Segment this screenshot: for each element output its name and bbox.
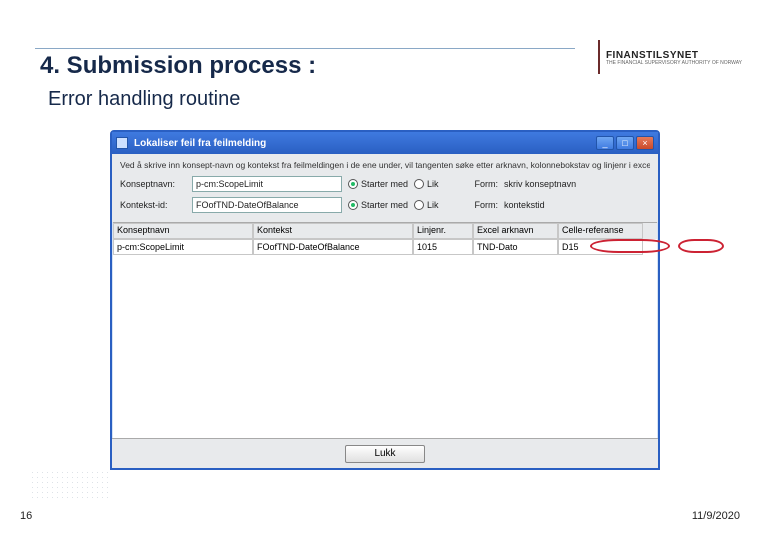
slide-subtitle: Error handling routine bbox=[48, 88, 240, 111]
close-dialog-button[interactable]: Lukk bbox=[345, 445, 425, 463]
context-row: Kontekst-id: FOofTND-DateOfBalance Start… bbox=[120, 197, 650, 213]
search-form: Ved å skrive inn konsept-navn og konteks… bbox=[112, 154, 658, 222]
cell-concept: p-cm:ScopeLimit bbox=[113, 239, 253, 255]
context-form-label: Form: bbox=[475, 200, 499, 210]
slide-date: 11/9/2020 bbox=[692, 510, 740, 522]
slide-title: 4. Submission process : bbox=[40, 52, 316, 80]
table-row[interactable]: p-cm:ScopeLimit FOofTND-DateOfBalance 10… bbox=[113, 239, 657, 255]
col-concept: Konseptnavn bbox=[113, 223, 253, 239]
cell-context: FOofTND-DateOfBalance bbox=[253, 239, 413, 255]
context-startswith-radio[interactable]: Starter med bbox=[348, 200, 408, 210]
results-table: Konseptnavn Kontekst Linjenr. Excel arkn… bbox=[113, 222, 657, 438]
app-screenshot: Lokaliser feil fra feilmelding _ □ × Ved… bbox=[110, 130, 660, 470]
concept-equals-radio[interactable]: Lik bbox=[414, 179, 439, 189]
decorative-dots bbox=[30, 470, 110, 500]
concept-startswith-radio[interactable]: Starter med bbox=[348, 179, 408, 189]
form-hint: Ved å skrive inn konsept-navn og konteks… bbox=[120, 160, 650, 170]
col-context: Kontekst bbox=[253, 223, 413, 239]
context-equals-radio[interactable]: Lik bbox=[414, 200, 439, 210]
window-title: Lokaliser feil fra feilmelding bbox=[134, 138, 596, 149]
cell-sheet: TND-Dato bbox=[473, 239, 558, 255]
concept-input[interactable]: p-cm:ScopeLimit bbox=[192, 176, 342, 192]
brand-tagline: THE FINANCIAL SUPERVISORY AUTHORITY OF N… bbox=[606, 61, 742, 67]
concept-row: Konseptnavn: p-cm:ScopeLimit Starter med… bbox=[120, 176, 650, 192]
titlebar[interactable]: Lokaliser feil fra feilmelding _ □ × bbox=[112, 132, 658, 154]
header-rule bbox=[35, 48, 575, 49]
cell-line: 1015 bbox=[413, 239, 473, 255]
close-button[interactable]: × bbox=[636, 136, 654, 150]
context-form-hint: kontekstid bbox=[504, 200, 545, 210]
button-bar: Lukk bbox=[112, 438, 658, 468]
cell-cellref: D15 bbox=[558, 239, 643, 255]
concept-form-label: Form: bbox=[475, 179, 499, 189]
table-header: Konseptnavn Kontekst Linjenr. Excel arkn… bbox=[113, 223, 657, 239]
col-line: Linjenr. bbox=[413, 223, 473, 239]
context-label: Kontekst-id: bbox=[120, 200, 186, 210]
page-number: 16 bbox=[20, 510, 32, 522]
context-input[interactable]: FOofTND-DateOfBalance bbox=[192, 197, 342, 213]
minimize-button[interactable]: _ bbox=[596, 136, 614, 150]
dialog-window: Lokaliser feil fra feilmelding _ □ × Ved… bbox=[110, 130, 660, 470]
maximize-button[interactable]: □ bbox=[616, 136, 634, 150]
col-sheet: Excel arknavn bbox=[473, 223, 558, 239]
annotation-ellipse-cellref bbox=[678, 239, 724, 253]
app-icon bbox=[116, 137, 128, 149]
concept-label: Konseptnavn: bbox=[120, 179, 186, 189]
col-cellref: Celle-referanse bbox=[558, 223, 643, 239]
brand-logo: FINANSTILSYNET THE FINANCIAL SUPERVISORY… bbox=[606, 50, 742, 67]
concept-form-hint: skriv konseptnavn bbox=[504, 179, 576, 189]
